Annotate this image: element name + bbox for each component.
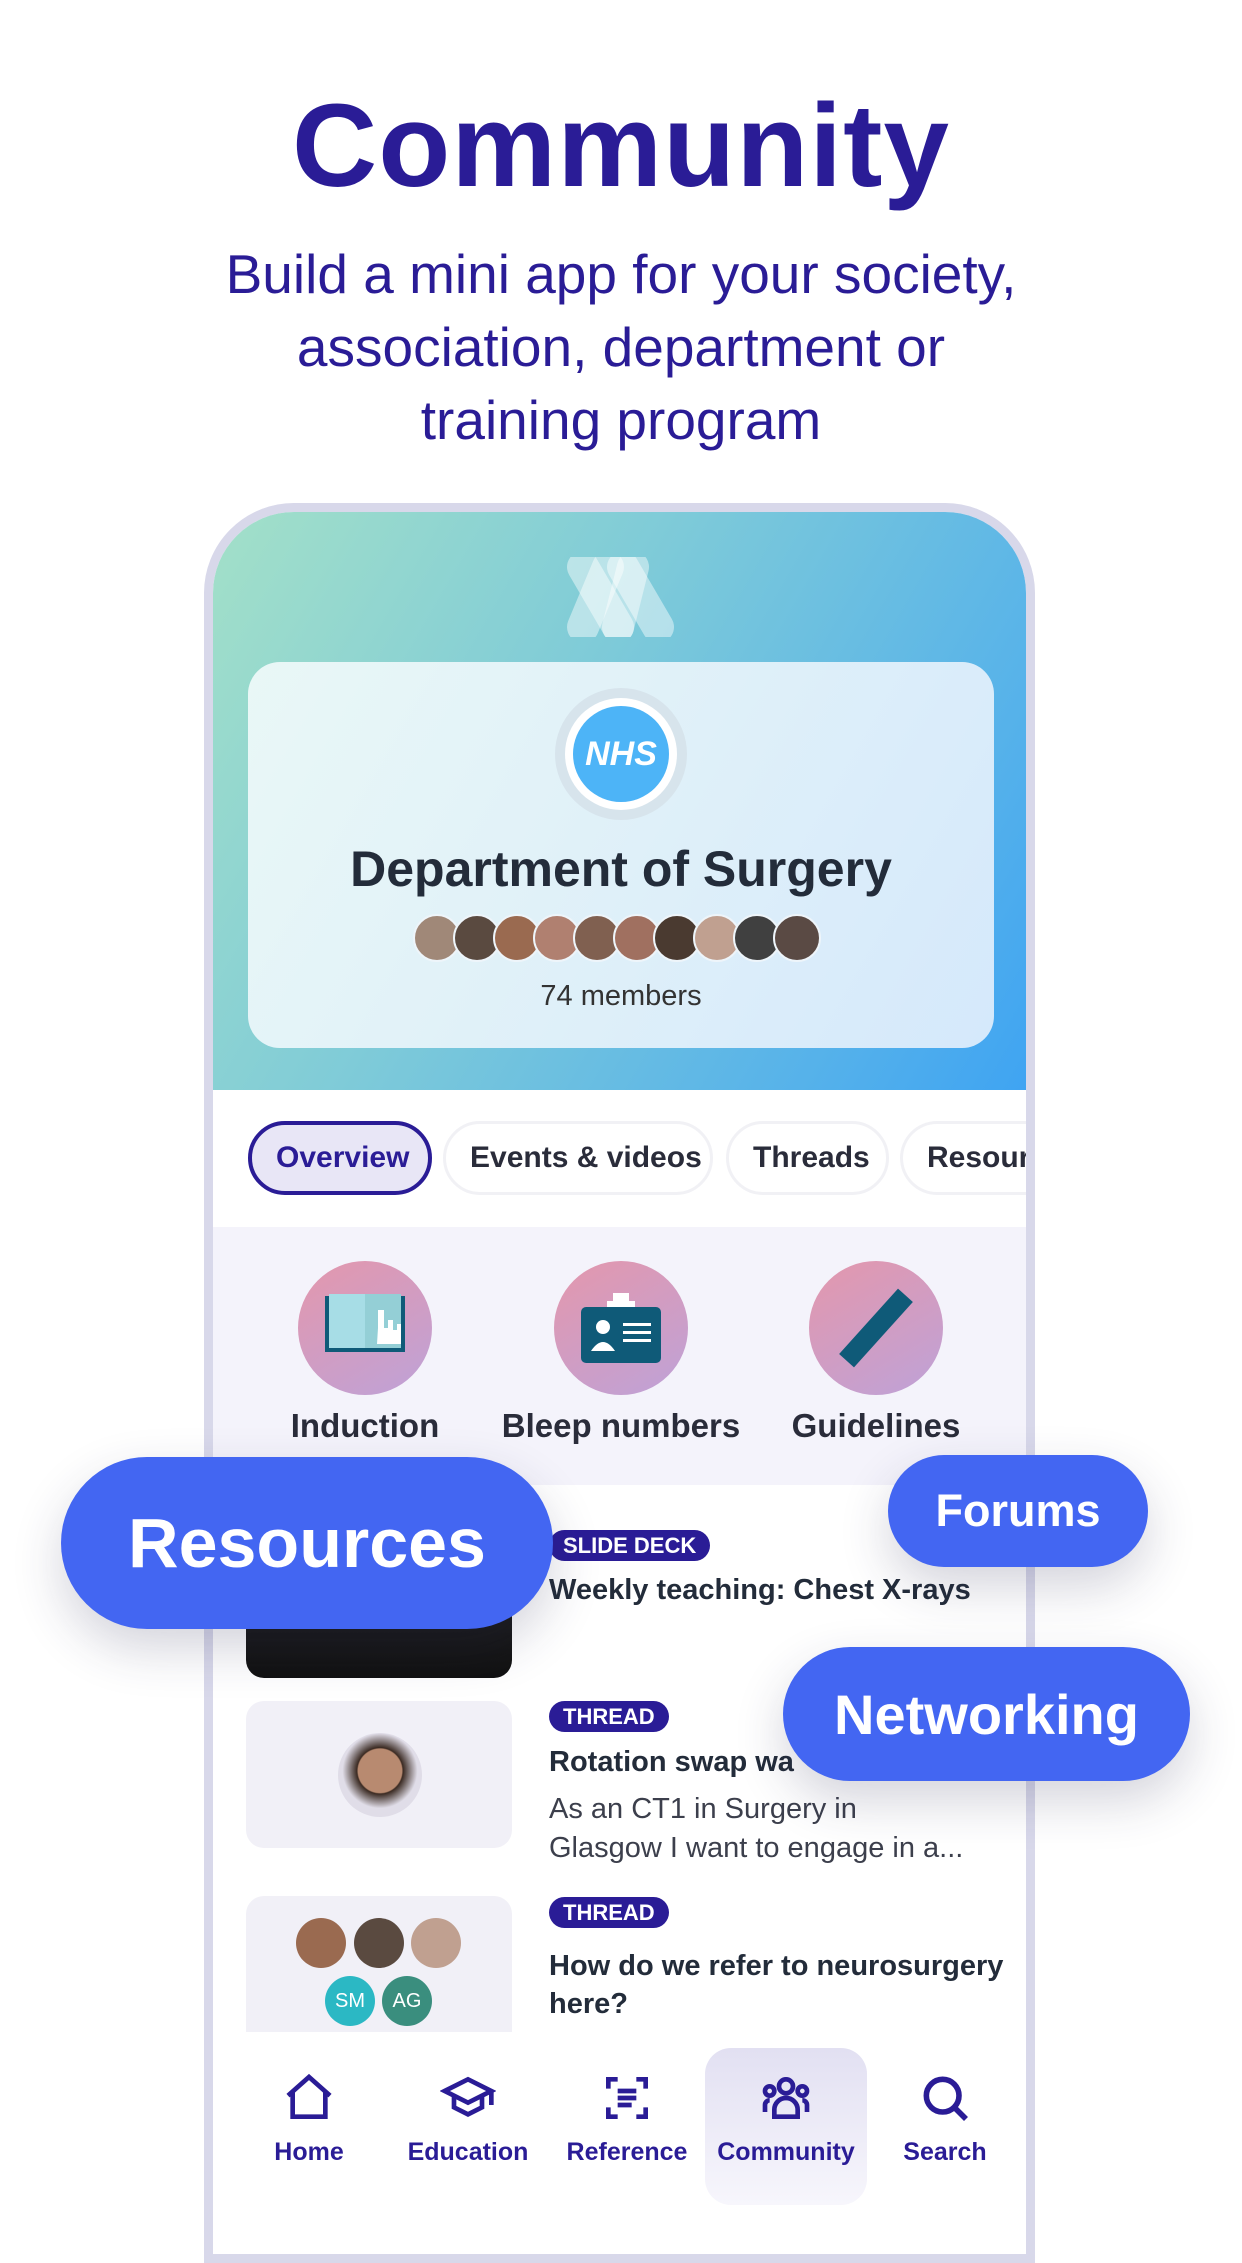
nav-label: Search xyxy=(903,2138,987,2166)
quick-links: Induction Bleep numbers Guidelines xyxy=(213,1227,1026,1485)
quick-link-label: Bleep numbers xyxy=(501,1407,741,1444)
id-card-icon xyxy=(581,1293,661,1363)
nhs-logo: NHS xyxy=(555,688,687,820)
group-card: NHS Department of Surgery 74 members xyxy=(248,662,994,1048)
nav-home[interactable]: Home xyxy=(228,2032,390,2189)
search-icon xyxy=(923,2076,968,2121)
avatar-initials: AG xyxy=(382,1976,432,2026)
headline: Community xyxy=(292,80,950,212)
quick-link-label: Guidelines xyxy=(791,1407,961,1444)
sub-line: association, department or xyxy=(296,316,946,378)
quick-link-label: Induction xyxy=(290,1407,440,1444)
community-icon xyxy=(762,2077,810,2119)
feed-item-desc: As an CT1 in Surgery in Glasgow I want to… xyxy=(549,1790,1009,1868)
tab-bar: Overview Events & videos Threads Resour xyxy=(213,1090,1026,1227)
group-name: Department of Surgery xyxy=(350,841,892,897)
nav-search[interactable]: Search xyxy=(864,2032,1026,2189)
member-avatars[interactable] xyxy=(248,914,994,962)
nav-education[interactable]: Education xyxy=(387,2032,549,2189)
graduation-cap-icon xyxy=(440,2076,496,2117)
type-badge: THREAD xyxy=(549,1701,669,1732)
thread-thumbnail[interactable] xyxy=(246,1701,512,1848)
title-line: here? xyxy=(549,1988,628,2020)
ruler-icon xyxy=(839,1288,913,1368)
resources-pill: Resources xyxy=(61,1457,553,1629)
feed-item-title[interactable]: How do we refer to neurosurgery here? xyxy=(549,1947,1026,2023)
type-badge: SLIDE DECK xyxy=(549,1530,711,1561)
tab-threads[interactable]: Threads xyxy=(726,1121,889,1195)
nav-community[interactable]: Community xyxy=(705,2048,867,2205)
bottom-nav: Home Education Reference Community Searc… xyxy=(213,2032,1026,2222)
desc-line: As an CT1 in Surgery in xyxy=(549,1793,857,1825)
home-icon xyxy=(286,2073,332,2119)
app-logo-icon xyxy=(567,557,674,637)
avatar xyxy=(296,1918,346,1968)
networking-pill: Networking xyxy=(783,1647,1190,1781)
tab-resources[interactable]: Resour xyxy=(900,1121,1026,1195)
avatar xyxy=(338,1733,422,1817)
nav-label: Reference xyxy=(566,2138,688,2166)
quick-link-induction[interactable] xyxy=(298,1261,432,1395)
member-avatar xyxy=(773,914,821,962)
forums-pill: Forums xyxy=(888,1455,1148,1567)
desc-line: Glasgow I want to engage in a... xyxy=(549,1832,964,1864)
group-header: NHS Department of Surgery 74 members xyxy=(213,512,1026,1090)
sub-line: training program xyxy=(420,389,822,451)
feed-item-title[interactable]: Weekly teaching: Chest X-rays xyxy=(549,1571,1026,1609)
avatar xyxy=(411,1918,461,1968)
nav-label: Community xyxy=(717,2138,855,2166)
member-count[interactable]: 74 members xyxy=(248,980,994,1013)
avatar xyxy=(354,1918,404,1968)
subheadline: Build a mini app for your society, assoc… xyxy=(0,238,1242,457)
reference-icon xyxy=(606,2077,648,2119)
nav-label: Home xyxy=(274,2138,344,2166)
avatar-initials: SM xyxy=(325,1976,375,2026)
book-icon xyxy=(325,1294,405,1352)
quick-link-bleep-numbers[interactable] xyxy=(554,1261,688,1395)
nav-label: Education xyxy=(407,2138,529,2166)
tab-events-videos[interactable]: Events & videos xyxy=(443,1121,713,1195)
nhs-logo-text: NHS xyxy=(573,706,669,802)
tab-overview[interactable]: Overview xyxy=(248,1121,432,1195)
type-badge: THREAD xyxy=(549,1897,669,1928)
phone-frame: NHS Department of Surgery 74 members Ove… xyxy=(204,503,1035,2263)
quick-link-guidelines[interactable] xyxy=(809,1261,943,1395)
title-line: How do we refer to neurosurgery xyxy=(549,1950,1004,1982)
sub-line: Build a mini app for your society, xyxy=(225,243,1017,305)
nav-reference[interactable]: Reference xyxy=(546,2032,708,2189)
